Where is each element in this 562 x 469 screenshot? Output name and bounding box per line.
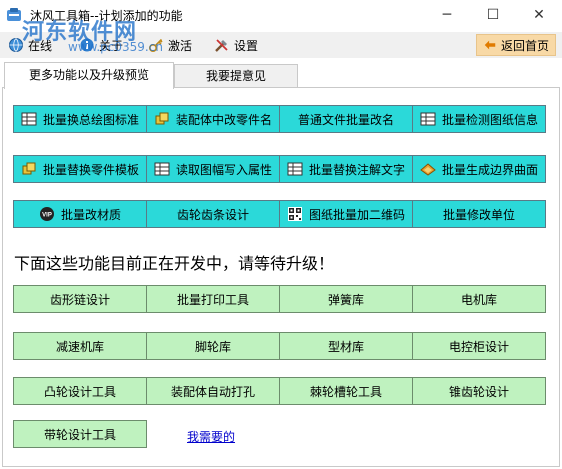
tab-feedback[interactable]: 我要提意见: [174, 64, 298, 88]
batch-check-drawing-button[interactable]: 批量检测图纸信息: [412, 105, 546, 133]
bevel-gear-design-button[interactable]: 锥齿轮设计: [412, 377, 546, 405]
button-label: 批量换总绘图标准: [42, 112, 139, 127]
button-label: 装配体中改零件名: [175, 112, 272, 127]
table-icon: [420, 112, 436, 126]
profile-library-button[interactable]: 型材库: [279, 332, 413, 360]
parts-icon: [22, 162, 36, 175]
settings-button[interactable]: 设置: [214, 34, 258, 56]
qr-icon: [287, 207, 302, 221]
tooth-chain-design-button[interactable]: 齿形链设计: [13, 285, 147, 313]
surface-icon: [420, 163, 436, 176]
assembly-auto-hole-button[interactable]: 装配体自动打孔: [146, 377, 280, 405]
table-icon: [287, 162, 303, 176]
tab-panel: [2, 87, 560, 467]
gear-rack-design-button[interactable]: 齿轮齿条设计: [146, 200, 280, 228]
control-cabinet-design-button[interactable]: 电控柜设计: [412, 332, 546, 360]
cam-design-tool-button[interactable]: 凸轮设计工具: [13, 377, 147, 405]
tab-strip: 更多功能以及升级预览 我要提意见: [0, 60, 562, 89]
table-icon: [154, 162, 170, 176]
svg-text:VIP: VIP: [42, 213, 52, 219]
button-label: 批量生成边界曲面: [441, 162, 538, 177]
button-label: 齿轮齿条设计: [176, 207, 249, 222]
button-label: 批量检测图纸信息: [441, 112, 538, 127]
table-icon: [21, 112, 37, 126]
button-label: 批量改材质: [60, 207, 121, 222]
watermark-url: www.pc0359.cn: [68, 40, 163, 54]
maximize-button[interactable]: ☐: [470, 0, 516, 30]
rename-assembly-parts-button[interactable]: 装配体中改零件名: [146, 105, 280, 133]
minimize-button[interactable]: ─: [424, 0, 470, 30]
settings-label: 设置: [234, 38, 259, 53]
back-home-label: 返回首页: [500, 38, 549, 53]
button-label: 读取图幅写入属性: [175, 162, 272, 177]
vip-icon: VIP: [39, 207, 54, 221]
batch-change-units-button[interactable]: 批量修改单位: [412, 200, 546, 228]
spring-library-button[interactable]: 弹簧库: [279, 285, 413, 313]
batch-rename-files-button[interactable]: 普通文件批量改名: [279, 105, 413, 133]
pulley-design-tool-button[interactable]: 带轮设计工具: [13, 420, 147, 448]
batch-drawing-standard-button[interactable]: 批量换总绘图标准: [13, 105, 147, 133]
request-feature-link[interactable]: 我需要的: [187, 428, 235, 445]
replace-annotation-text-button[interactable]: 批量替换注解文字: [279, 155, 413, 183]
button-label: 批量替换零件模板: [42, 162, 139, 177]
app-icon: [7, 8, 21, 21]
tab-upgrade-preview[interactable]: 更多功能以及升级预览: [4, 62, 174, 89]
button-label: 批量替换注解文字: [308, 162, 405, 177]
tools-icon: [215, 39, 228, 52]
button-label: 批量修改单位: [442, 207, 515, 222]
read-sheet-size-button[interactable]: 读取图幅写入属性: [146, 155, 280, 183]
replace-part-template-button[interactable]: 批量替换零件模板: [13, 155, 147, 183]
batch-change-material-button[interactable]: VIP 批量改材质: [13, 200, 147, 228]
add-qr-code-button[interactable]: 图纸批量加二维码: [279, 200, 413, 228]
development-notice: 下面这些功能目前正在开发中，请等待升级！: [14, 254, 335, 273]
ratchet-geneva-tool-button[interactable]: 棘轮槽轮工具: [279, 377, 413, 405]
back-arrow-icon: [484, 40, 496, 50]
batch-print-tool-button[interactable]: 批量打印工具: [146, 285, 280, 313]
activate-label: 激活: [168, 38, 193, 53]
close-button[interactable]: ✕: [516, 0, 562, 30]
generate-boundary-surface-button[interactable]: 批量生成边界曲面: [412, 155, 546, 183]
caster-library-button[interactable]: 脚轮库: [146, 332, 280, 360]
motor-library-button[interactable]: 电机库: [412, 285, 546, 313]
back-home-button[interactable]: 返回首页: [476, 34, 556, 56]
button-label: 普通文件批量改名: [297, 112, 394, 127]
button-label: 图纸批量加二维码: [308, 207, 405, 222]
parts-icon: [155, 112, 169, 125]
reducer-library-button[interactable]: 减速机库: [13, 332, 147, 360]
